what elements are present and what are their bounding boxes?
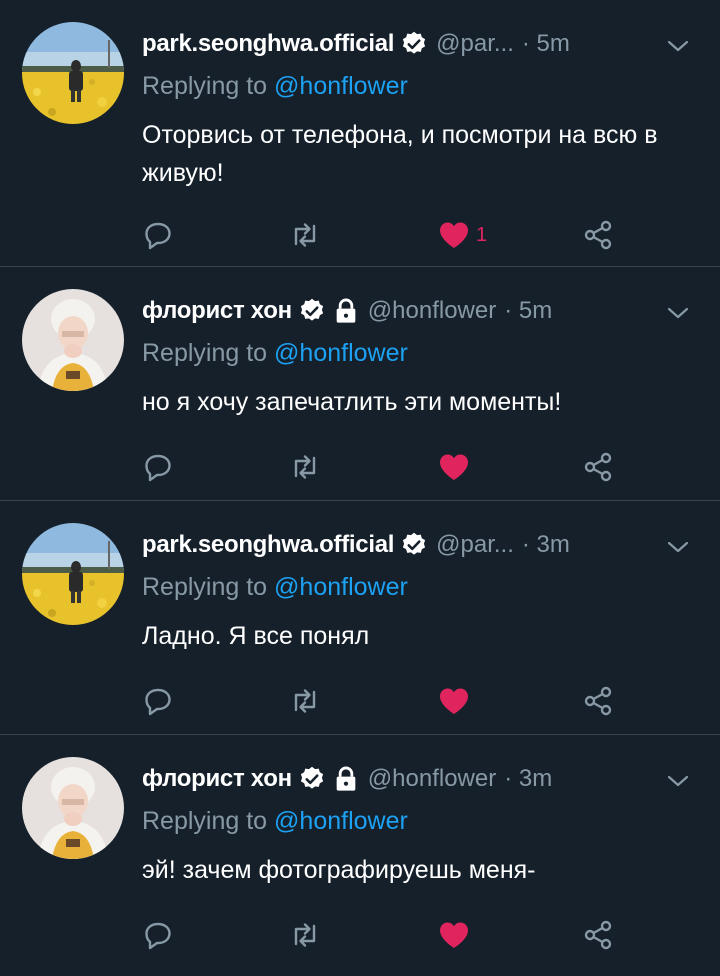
heart-icon — [440, 688, 468, 714]
lock-icon — [336, 298, 356, 323]
tweet[interactable]: park.seonghwa.official @par... · 5m Repl… — [0, 0, 720, 267]
share-icon — [584, 452, 612, 482]
replying-to: Replying to @honflower — [142, 807, 408, 836]
verified-badge-icon — [403, 532, 426, 555]
display-name[interactable]: park.seonghwa.official — [142, 30, 394, 58]
share-button[interactable] — [582, 447, 614, 487]
reply-button[interactable] — [142, 915, 174, 955]
replying-to: Replying to @honflower — [142, 573, 408, 602]
retweet-button[interactable] — [288, 915, 322, 955]
reply-icon — [145, 688, 171, 716]
tweet[interactable]: park.seonghwa.official @par... · 3m Repl… — [0, 501, 720, 735]
mention-link[interactable]: @honflower — [274, 339, 408, 367]
like-button[interactable]: 1 — [438, 215, 487, 255]
tweet-header: park.seonghwa.official @par... · 3m — [142, 525, 690, 565]
like-button[interactable] — [438, 447, 470, 487]
chevron-down-icon[interactable] — [666, 537, 690, 557]
tweet-header: флорист хон @honflower · 3m — [142, 759, 690, 799]
reply-button[interactable] — [142, 681, 174, 721]
replying-to-label: Replying to — [142, 573, 268, 601]
heart-icon — [440, 922, 468, 948]
timestamp[interactable]: · 5m — [504, 297, 552, 325]
tweet-text: но я хочу запечатлить эти моменты! — [142, 388, 562, 416]
tweet-header: флорист хон @honflower · 5m — [142, 291, 690, 331]
reply-icon — [145, 454, 171, 482]
timeline: park.seonghwa.official @par... · 5m Repl… — [0, 0, 720, 976]
handle[interactable]: @par... — [436, 30, 514, 58]
reply-button[interactable] — [142, 215, 174, 255]
like-button[interactable] — [438, 681, 470, 721]
tweet[interactable]: флорист хон @honflower · 3m Replying to … — [0, 735, 720, 976]
replying-to: Replying to @honflower — [142, 339, 408, 368]
display-name[interactable]: флорист хон — [142, 297, 292, 325]
retweet-icon — [294, 223, 316, 247]
verified-badge-icon — [300, 298, 323, 321]
share-icon — [584, 220, 612, 250]
reply-icon — [145, 922, 171, 950]
handle[interactable]: @honflower — [368, 297, 496, 325]
tweet-text: Ладно. Я все понял — [142, 622, 370, 650]
heart-icon — [440, 454, 468, 480]
handle[interactable]: @honflower — [368, 765, 496, 793]
timestamp[interactable]: · 5m — [522, 30, 570, 58]
retweet-button[interactable] — [288, 215, 322, 255]
avatar[interactable] — [22, 289, 124, 391]
chevron-down-icon[interactable] — [666, 36, 690, 56]
tweet-actions — [142, 915, 622, 955]
verified-badge-icon — [300, 766, 323, 789]
replying-to-label: Replying to — [142, 807, 268, 835]
share-button[interactable] — [582, 915, 614, 955]
share-button[interactable] — [582, 215, 614, 255]
replying-to-label: Replying to — [142, 339, 268, 367]
display-name[interactable]: park.seonghwa.official — [142, 531, 394, 559]
avatar[interactable] — [22, 523, 124, 625]
chevron-down-icon[interactable] — [666, 303, 690, 323]
avatar[interactable] — [22, 22, 124, 124]
tweet-text: Оторвись от телефона, и посмотри на всю … — [142, 121, 658, 187]
verified-badge-icon — [403, 31, 426, 54]
share-button[interactable] — [582, 681, 614, 721]
mention-link[interactable]: @honflower — [274, 573, 408, 601]
retweet-icon — [294, 689, 316, 713]
retweet-button[interactable] — [288, 681, 322, 721]
share-icon — [584, 686, 612, 716]
tweet-actions — [142, 447, 622, 487]
replying-to-label: Replying to — [142, 72, 268, 100]
tweet-actions: 1 — [142, 215, 622, 255]
mention-link[interactable]: @honflower — [274, 807, 408, 835]
like-count: 1 — [476, 223, 488, 246]
display-name[interactable]: флорист хон — [142, 765, 292, 793]
retweet-icon — [294, 923, 316, 947]
reply-icon — [145, 222, 171, 250]
timestamp[interactable]: · 3m — [522, 531, 570, 559]
tweet-header: park.seonghwa.official @par... · 5m — [142, 24, 690, 64]
tweet-actions — [142, 681, 622, 721]
like-button[interactable] — [438, 915, 470, 955]
avatar[interactable] — [22, 757, 124, 859]
chevron-down-icon[interactable] — [666, 771, 690, 791]
reply-button[interactable] — [142, 447, 174, 487]
lock-icon — [336, 766, 356, 791]
handle[interactable]: @par... — [436, 531, 514, 559]
tweet-text: эй! зачем фотографируешь меня- — [142, 856, 536, 884]
mention-link[interactable]: @honflower — [274, 72, 408, 100]
retweet-button[interactable] — [288, 447, 322, 487]
heart-icon — [440, 222, 468, 248]
replying-to: Replying to @honflower — [142, 72, 408, 101]
tweet[interactable]: флорист хон @honflower · 5m Replying to … — [0, 267, 720, 501]
retweet-icon — [294, 455, 316, 479]
share-icon — [584, 920, 612, 950]
timestamp[interactable]: · 3m — [504, 765, 552, 793]
